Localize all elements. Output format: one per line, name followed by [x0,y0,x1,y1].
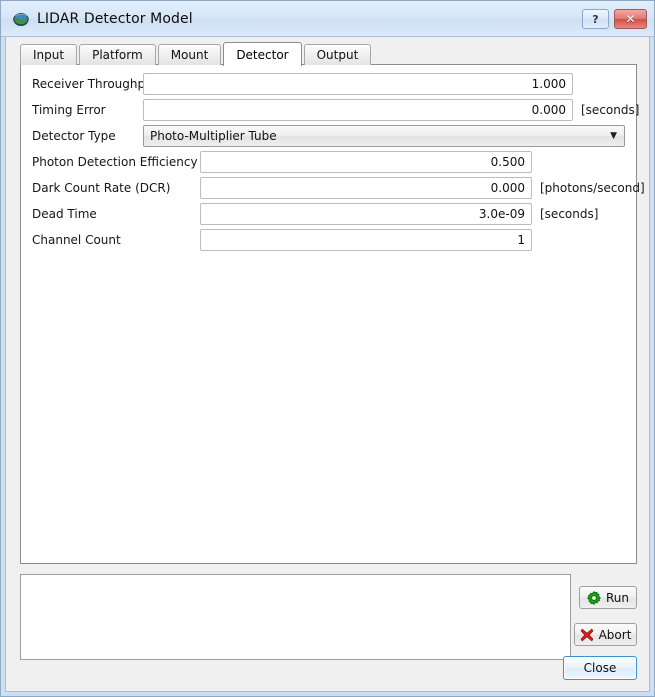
tab-output[interactable]: Output [304,44,372,65]
log-output-panel[interactable] [20,574,571,660]
input-channel-count[interactable] [200,229,532,251]
tab-label: Mount [171,48,209,62]
input-timing-error[interactable] [143,99,573,121]
combo-detector-type[interactable]: Photo-Multiplier Tube ▼ [143,125,625,147]
tab-label: Output [317,48,359,62]
window-title: LIDAR Detector Model [37,10,193,28]
form-row-dead-time: Dead Time [seconds] [21,203,636,225]
label-channel-count: Channel Count [32,229,121,251]
green-gear-icon [587,591,601,605]
combo-selected-value: Photo-Multiplier Tube [150,126,277,146]
tab-bar: Input Platform Mount Detector Output [20,42,373,65]
close-icon: ✕ [625,13,635,25]
unit-dark-count-rate: [photons/second] [540,177,645,199]
unit-dead-time: [seconds] [540,203,598,225]
abort-button[interactable]: Abort [574,623,637,646]
input-dead-time[interactable] [200,203,532,225]
help-icon: ? [592,13,598,26]
input-dark-count-rate[interactable] [200,177,532,199]
detector-form: Receiver Throughput Timing Error [seconds]… [21,65,636,563]
close-button-label: Close [584,661,617,675]
lidar-detector-model-window: LIDAR Detector Model ? ✕ Input Platform Mo… [0,0,655,697]
run-button-label: Run [606,591,629,605]
chevron-down-icon[interactable]: ▼ [610,126,617,146]
label-dark-count-rate: Dark Count Rate (DCR) [32,177,170,199]
close-window-button[interactable]: ✕ [614,9,647,29]
tab-platform[interactable]: Platform [79,44,156,65]
help-button[interactable]: ? [582,9,609,29]
form-row-timing-error: Timing Error [seconds] [21,99,636,121]
close-button[interactable]: Close [563,656,637,680]
form-row-detector-type: Detector Type Photo-Multiplier Tube ▼ [21,125,636,147]
title-bar: LIDAR Detector Model ? ✕ [1,1,655,37]
input-receiver-throughput[interactable] [143,73,573,95]
unit-timing-error: [seconds] [581,99,639,121]
label-timing-error: Timing Error [32,99,106,121]
globe-icon [12,10,30,28]
red-x-icon [580,628,594,642]
input-photon-detection-efficiency[interactable] [200,151,532,173]
tab-mount[interactable]: Mount [158,44,222,65]
form-row-photon-detection-efficiency: Photon Detection Efficiency (PDE) [21,151,636,173]
label-dead-time: Dead Time [32,203,97,225]
run-button[interactable]: Run [579,586,637,609]
detector-tab-panel: Receiver Throughput Timing Error [seconds]… [20,64,637,564]
form-row-dark-count-rate: Dark Count Rate (DCR)[photons/second] [21,177,636,199]
label-receiver-throughput: Receiver Throughput [32,73,157,95]
tab-input[interactable]: Input [20,44,77,65]
form-row-receiver-throughput: Receiver Throughput [21,73,636,95]
tab-label: Platform [92,48,143,62]
abort-button-label: Abort [599,628,632,642]
tab-label: Input [33,48,64,62]
label-detector-type: Detector Type [32,125,116,147]
form-row-channel-count: Channel Count [21,229,636,251]
tab-detector[interactable]: Detector [223,42,301,66]
tab-label: Detector [236,48,288,62]
